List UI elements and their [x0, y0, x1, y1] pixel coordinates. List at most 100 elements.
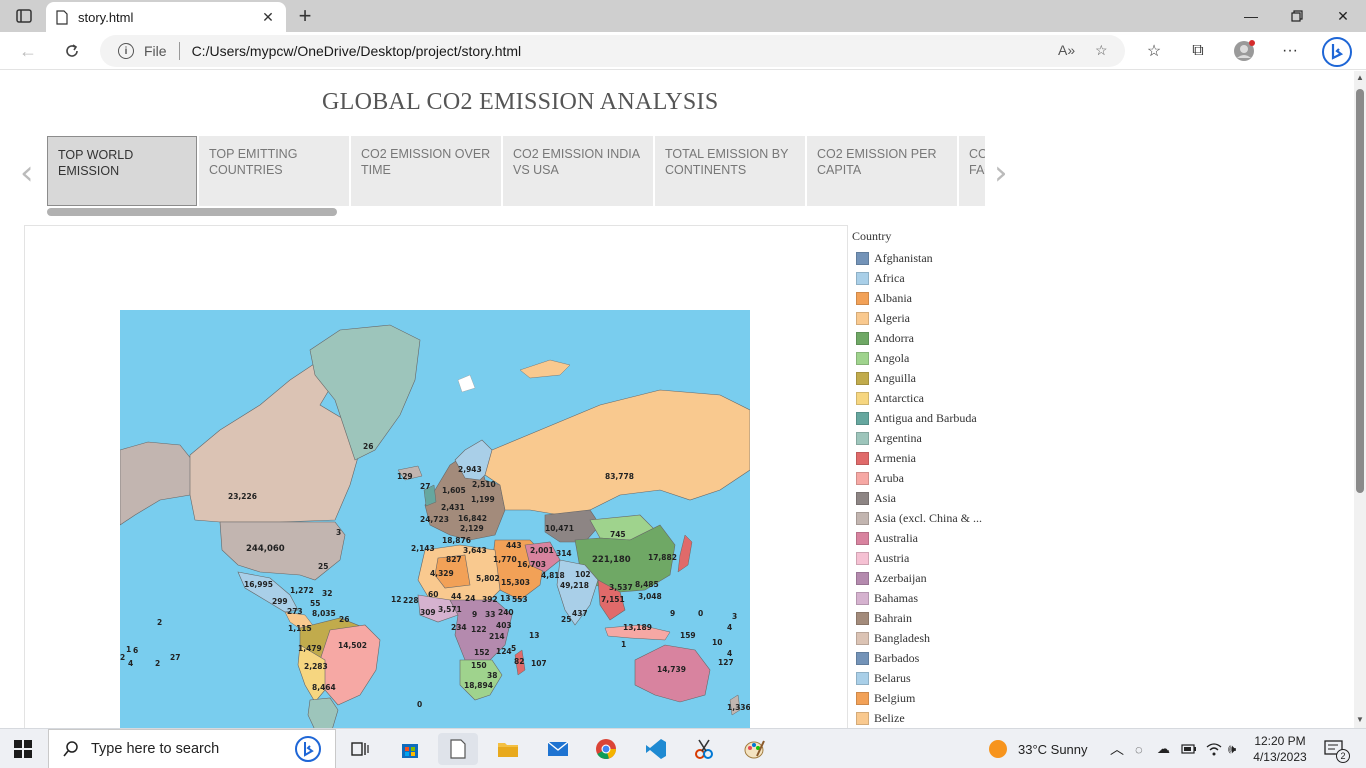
legend-item[interactable]: Bangladesh	[852, 628, 1002, 648]
map-label: 27	[420, 482, 431, 491]
legend-item[interactable]: Argentina	[852, 428, 1002, 448]
clock[interactable]: 12:20 PM 4/13/2023	[1250, 733, 1310, 765]
profile-avatar[interactable]	[1232, 40, 1256, 62]
map-label: 24	[465, 594, 476, 603]
country-japan[interactable]	[677, 534, 693, 573]
map-label: 55	[310, 599, 321, 608]
country-mexico[interactable]	[237, 571, 299, 613]
minimize-button[interactable]: —	[1228, 0, 1274, 32]
paint-icon[interactable]	[734, 733, 774, 765]
tab-close-icon[interactable]: ✕	[260, 9, 276, 26]
legend-swatch	[856, 331, 869, 345]
tab-actions-button[interactable]	[10, 6, 38, 26]
story-point-co2-over-time[interactable]: CO2 EMISSION OVER TIME	[351, 136, 501, 206]
scrollbar-thumb[interactable]	[1356, 89, 1364, 493]
legend-item[interactable]: Azerbaijan	[852, 568, 1002, 588]
country-russia[interactable]	[484, 389, 750, 516]
weather-widget[interactable]: 33°C Sunny	[988, 729, 1088, 768]
store-icon[interactable]	[390, 733, 430, 765]
settings-more-icon[interactable]: ···	[1278, 40, 1302, 62]
legend-item[interactable]: Bahrain	[852, 608, 1002, 628]
legend-item[interactable]: Andorra	[852, 328, 1002, 348]
scroll-up-icon[interactable]: ▲	[1356, 73, 1364, 82]
country-brazil[interactable]	[319, 624, 381, 706]
volume-icon[interactable]: 🕪	[1228, 729, 1236, 768]
file-app-icon[interactable]	[438, 733, 478, 765]
story-point-by-continents[interactable]: TOTAL EMISSION BY CONTINENTS	[655, 136, 805, 206]
map-label: 18,876	[442, 536, 471, 545]
tab-title: story.html	[78, 9, 134, 25]
legend-swatch	[856, 511, 869, 525]
chrome-icon[interactable]	[586, 733, 626, 765]
legend-item[interactable]: Africa	[852, 268, 1002, 288]
story-point-top-emitting-countries[interactable]: TOP EMITTING COUNTRIES	[199, 136, 349, 206]
battery-icon[interactable]	[1181, 729, 1197, 768]
read-aloud-icon[interactable]: A»	[1058, 42, 1075, 58]
legend-item[interactable]: Asia	[852, 488, 1002, 508]
story-point-intensity-factor[interactable]: CO2 INTENSITY FACTOR	[959, 136, 985, 206]
vscode-icon[interactable]	[636, 733, 676, 765]
address-bar[interactable]: i File C:/Users/mypcw/OneDrive/Desktop/p…	[100, 35, 1125, 67]
story-prev-arrow[interactable]: ‹	[20, 153, 34, 193]
legend-item[interactable]: Angola	[852, 348, 1002, 368]
legend-item[interactable]: Austria	[852, 548, 1002, 568]
story-points-scrollbar[interactable]	[47, 208, 337, 216]
bing-chat-button[interactable]	[1322, 37, 1352, 67]
taskbar-search[interactable]: Type here to search	[48, 729, 336, 768]
story-next-arrow[interactable]: ›	[994, 153, 1008, 193]
info-icon[interactable]: i	[118, 43, 134, 59]
mail-icon[interactable]	[538, 733, 578, 765]
map-label: 26	[339, 615, 350, 624]
maximize-button[interactable]	[1274, 0, 1320, 32]
legend-item[interactable]: Barbados	[852, 648, 1002, 668]
legend-item[interactable]: Belgium	[852, 688, 1002, 708]
legend-item[interactable]: Antarctica	[852, 388, 1002, 408]
legend-item[interactable]: Belize	[852, 708, 1002, 728]
favorites-icon[interactable]: ☆	[1142, 40, 1166, 62]
region-svalbard[interactable]	[457, 374, 476, 393]
add-favorite-icon[interactable]: ☆	[1095, 42, 1108, 59]
file-explorer-icon[interactable]	[488, 733, 528, 765]
map-label: 1,272	[290, 586, 314, 595]
story-point-top-world-emission[interactable]: TOP WORLD EMISSION	[47, 136, 197, 206]
map-label: 5,802	[476, 574, 500, 583]
legend-item[interactable]: Algeria	[852, 308, 1002, 328]
show-hidden-icons-icon[interactable]: ︿	[1110, 729, 1124, 768]
story-point-india-vs-usa[interactable]: CO2 EMISSION INDIA VS USA	[503, 136, 653, 206]
page-scrollbar[interactable]: ▲ ▼	[1354, 71, 1366, 728]
region-arctic-islands[interactable]	[519, 359, 571, 379]
world-map[interactable]: 26 129 27 2,943 2,510 1,605 1,199 2,431 …	[120, 310, 750, 728]
onedrive-icon[interactable]: ☁	[1157, 729, 1170, 768]
wifi-icon[interactable]	[1206, 729, 1222, 768]
refresh-button[interactable]	[58, 38, 86, 64]
country-alaska[interactable]	[120, 441, 193, 526]
legend-item[interactable]: Anguilla	[852, 368, 1002, 388]
browser-tab[interactable]: story.html ✕	[46, 2, 286, 32]
legend-item[interactable]: Afghanistan	[852, 248, 1002, 268]
address-url[interactable]: C:/Users/mypcw/OneDrive/Desktop/project/…	[192, 43, 522, 59]
legend-item[interactable]: Asia (excl. China & ...	[852, 508, 1002, 528]
back-button[interactable]: ←	[14, 38, 42, 64]
legend-item[interactable]: Antigua and Barbuda	[852, 408, 1002, 428]
notifications-button[interactable]: 2	[1324, 729, 1350, 768]
legend-item[interactable]: Bahamas	[852, 588, 1002, 608]
legend-item[interactable]: Albania	[852, 288, 1002, 308]
map-label: 314	[556, 549, 572, 558]
task-view-icon[interactable]	[340, 733, 380, 765]
meet-now-icon[interactable]: ◌	[1135, 729, 1143, 768]
legend-item[interactable]: Aruba	[852, 468, 1002, 488]
new-tab-button[interactable]: +	[294, 5, 316, 28]
collections-icon[interactable]: ⧉	[1186, 40, 1210, 62]
legend-item[interactable]: Belarus	[852, 668, 1002, 688]
legend-item[interactable]: Australia	[852, 528, 1002, 548]
country-argentina[interactable]	[307, 697, 339, 728]
legend-swatch	[856, 591, 869, 605]
close-window-button[interactable]: ✕	[1320, 0, 1366, 32]
start-button[interactable]	[14, 740, 32, 758]
story-point-per-capita[interactable]: CO2 EMISSION PER CAPITA	[807, 136, 957, 206]
legend-item[interactable]: Armenia	[852, 448, 1002, 468]
bing-search-icon[interactable]	[295, 736, 321, 762]
map-label: 60	[428, 590, 439, 599]
snipping-tool-icon[interactable]	[684, 733, 724, 765]
scroll-down-icon[interactable]: ▼	[1356, 715, 1364, 724]
